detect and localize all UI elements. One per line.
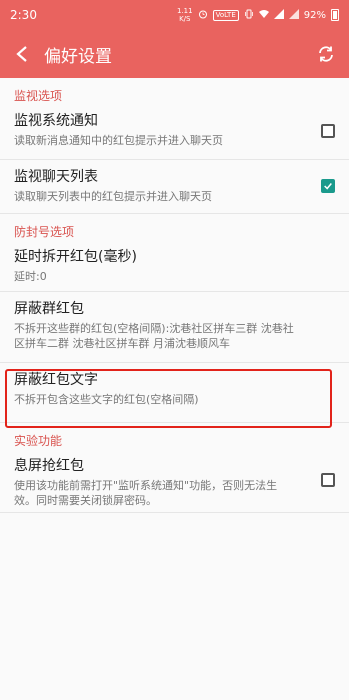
setting-monitor-notifications[interactable]: 监视系统通知 读取新消息通知中的红包提示并进入聊天页 [0, 104, 349, 160]
monitor-notifications-checkbox[interactable] [321, 123, 335, 138]
status-icons: 1.11 K/S VoLTE 92% [177, 7, 339, 23]
setting-description: 延时:0 [14, 270, 47, 283]
setting-monitor-chat-list[interactable]: 监视聊天列表 读取聊天列表中的红包提示并进入聊天页 [0, 160, 349, 214]
refresh-button[interactable] [313, 41, 339, 67]
page-title: 偏好设置 [44, 46, 112, 67]
signal-2-icon [288, 8, 299, 22]
alarm-icon [198, 9, 208, 22]
setting-description: 读取新消息通知中的红包提示并进入聊天页 [14, 134, 223, 147]
network-speed-value: 1.11 [177, 7, 193, 15]
setting-description: 读取聊天列表中的红包提示并进入聊天页 [14, 190, 212, 203]
setting-description: 使用该功能前需打开"监听系统通知"功能，否则无法生效。同时需要关闭锁屏密码。 [14, 479, 278, 507]
setting-title: 监视系统通知 [14, 113, 98, 129]
setting-title: 息屏抢红包 [14, 458, 84, 474]
back-button[interactable] [10, 42, 34, 66]
signal-icon [273, 8, 284, 22]
battery-icon [331, 9, 339, 21]
app-bar: 偏好设置 [0, 30, 349, 78]
section-header-anti-ban: 防封号选项 [14, 225, 75, 239]
setting-title: 屏蔽红包文字 [14, 372, 98, 388]
setting-block-keywords[interactable]: 屏蔽红包文字 不拆开包含这些文字的红包(空格间隔) [0, 363, 349, 423]
chevron-left-icon [16, 46, 27, 62]
screen-off-grab-checkbox[interactable] [321, 472, 335, 487]
status-time: 2:30 [10, 8, 37, 22]
setting-title: 延时拆开红包(毫秒) [14, 249, 137, 265]
refresh-icon [319, 46, 333, 62]
setting-description: 不拆开这些群的红包(空格间隔):沈巷社区拼车三群 沈巷社区拼车二群 沈巷社区拼车… [14, 322, 294, 350]
check-icon [324, 182, 332, 190]
volte-badge: VoLTE [212, 9, 239, 21]
network-speed: 1.11 K/S [177, 7, 193, 23]
setting-title: 监视聊天列表 [14, 169, 98, 185]
status-bar: 2:30 1.11 K/S VoLTE 92% [0, 0, 349, 30]
setting-title: 屏蔽群红包 [14, 301, 84, 317]
setting-screen-off-grab[interactable]: 息屏抢红包 使用该功能前需打开"监听系统通知"功能，否则无法生效。同时需要关闭锁… [0, 449, 349, 513]
section-header-experimental: 实验功能 [14, 434, 63, 448]
network-speed-unit: K/S [179, 15, 191, 23]
setting-description: 不拆开包含这些文字的红包(空格间隔) [14, 393, 199, 406]
vibrate-icon [244, 9, 254, 22]
section-header-monitor: 监视选项 [14, 89, 63, 103]
monitor-chat-list-checkbox[interactable] [321, 178, 335, 193]
setting-block-groups[interactable]: 屏蔽群红包 不拆开这些群的红包(空格间隔):沈巷社区拼车三群 沈巷社区拼车二群 … [0, 292, 349, 363]
settings-list: 监视选项 监视系统通知 读取新消息通知中的红包提示并进入聊天页 监视聊天列表 读… [0, 78, 349, 513]
battery-percent: 92% [303, 9, 326, 21]
wifi-icon [258, 9, 269, 22]
setting-delay-open[interactable]: 延时拆开红包(毫秒) 延时:0 [0, 240, 349, 292]
